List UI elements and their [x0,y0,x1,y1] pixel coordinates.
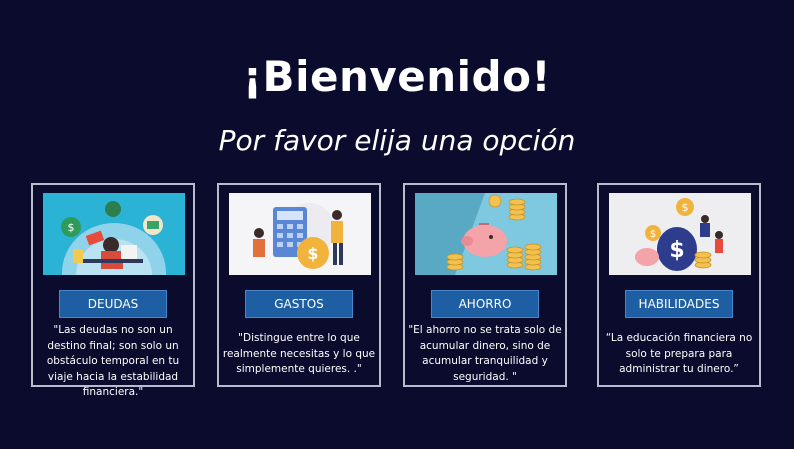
svg-text:$: $ [669,238,684,263]
option-card-gastos: $ GASTOS "Distingue entre lo que realmen… [217,183,381,387]
savings-illustration [415,193,557,275]
svg-text:$: $ [682,201,689,214]
ahorro-quote: "El ahorro no se trata solo de acumular … [408,324,562,383]
habilidades-button[interactable]: HABILIDADES [625,290,733,318]
option-card-deudas: $ DEUDAS "Las deudas no son un destino f… [31,183,195,398]
deudas-quote: "Las deudas no son un destino final; son… [46,324,180,398]
expenses-illustration: $ [229,193,371,275]
svg-text:$: $ [650,229,656,240]
choose-option-subtitle: Por favor elija una opción [218,124,576,157]
option-card-ahorro: AHORRO "El ahorro no se trata solo de ac… [403,183,567,387]
skills-illustration: $ $ $ [609,193,751,275]
svg-text:$: $ [68,221,75,234]
habilidades-quote: “La educación financiera no solo te prep… [605,332,753,375]
gastos-quote: "Distingue entre lo que realmente necesi… [222,332,376,375]
debt-illustration: $ [43,193,185,275]
option-card-habilidades: $ $ $ HABILIDADES “La educación financie… [597,183,761,387]
gastos-button[interactable]: GASTOS [245,290,353,318]
ahorro-button[interactable]: AHORRO [431,290,539,318]
deudas-button[interactable]: DEUDAS [59,290,167,318]
svg-text:$: $ [307,244,318,263]
welcome-title: ¡Bienvenido! [242,52,552,101]
